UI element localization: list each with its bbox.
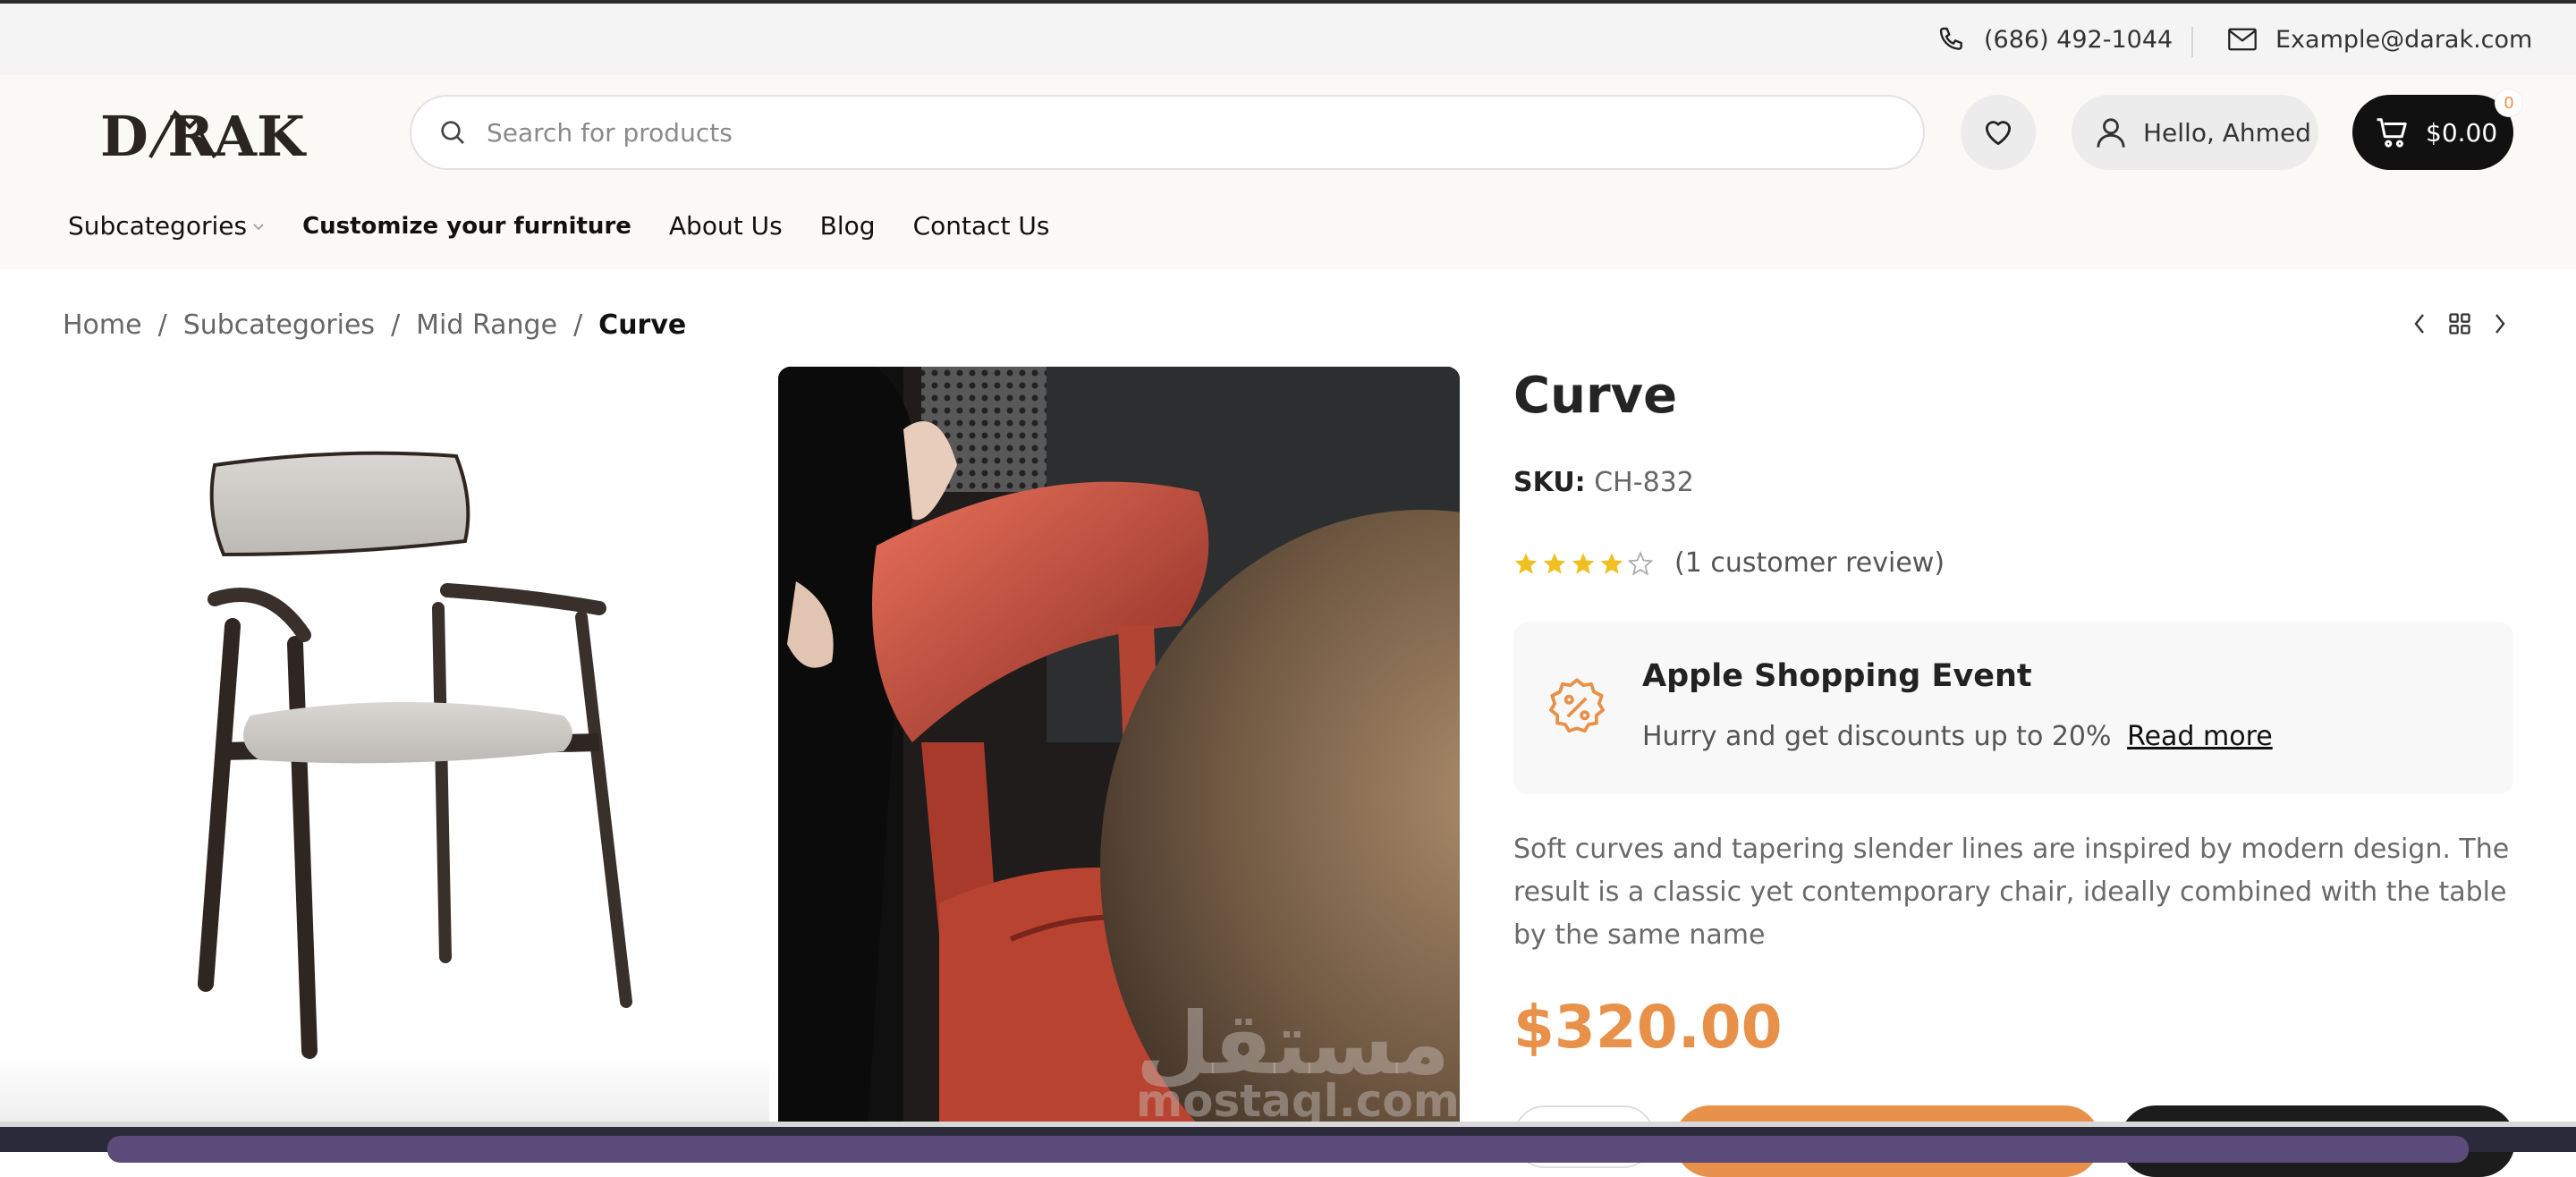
product-rating: (1 customer review) bbox=[1513, 547, 1945, 579]
watermark-latin: mostaql.com bbox=[1136, 1075, 1460, 1127]
chevron-right-icon[interactable] bbox=[2492, 311, 2508, 336]
cart-count-badge: 0 bbox=[2496, 89, 2522, 116]
grid-icon[interactable] bbox=[2447, 311, 2472, 336]
desktop-background bbox=[0, 1127, 2576, 1163]
nav-item-about[interactable]: About Us bbox=[669, 211, 783, 241]
account-greeting: Hello, Ahmed bbox=[2143, 117, 2311, 148]
phone-contact[interactable]: (686) 492-1044 bbox=[1937, 4, 2173, 75]
star-full-icon bbox=[1572, 552, 1595, 574]
promo-title: Apple Shopping Event bbox=[1642, 658, 2032, 694]
main-nav: Subcategories Customize your furniture A… bbox=[68, 211, 1050, 241]
product-main-image[interactable]: مستقل mostaql.com bbox=[778, 367, 1460, 1127]
review-count-link[interactable]: (1 customer review) bbox=[1674, 547, 1945, 579]
email-contact[interactable]: Example@darak.com bbox=[2227, 4, 2532, 75]
top-bar: (686) 492-1044 Example@darak.com bbox=[0, 4, 2576, 75]
nav-item-customize[interactable]: Customize your furniture bbox=[302, 213, 631, 240]
nav-item-subcategories[interactable]: Subcategories bbox=[68, 211, 265, 241]
phone-icon bbox=[1939, 27, 1962, 50]
phone-number: (686) 492-1044 bbox=[1984, 25, 2174, 54]
heart-icon bbox=[1985, 121, 2012, 146]
nav-item-label: Subcategories bbox=[68, 211, 248, 241]
nav-item-blog[interactable]: Blog bbox=[820, 211, 876, 241]
star-full-icon bbox=[1543, 552, 1566, 574]
product-thumbnail[interactable] bbox=[152, 420, 662, 1064]
star-full-icon bbox=[1514, 552, 1538, 574]
nav-item-contact[interactable]: Contact Us bbox=[913, 211, 1050, 241]
breadcrumb-mid-range[interactable]: Mid Range bbox=[416, 309, 557, 341]
breadcrumb-current: Curve bbox=[598, 309, 687, 341]
breadcrumb: Home / Subcategories / Mid Range / Curve bbox=[63, 309, 686, 341]
topbar-divider bbox=[2191, 27, 2193, 57]
dock-shadow bbox=[107, 1136, 2469, 1163]
breadcrumb-subcategories[interactable]: Subcategories bbox=[183, 309, 375, 341]
email-address: Example@darak.com bbox=[2275, 25, 2533, 54]
breadcrumb-home[interactable]: Home bbox=[63, 309, 142, 341]
breadcrumb-separator: / bbox=[573, 309, 583, 341]
product-sku: SKU: CH-832 bbox=[1513, 467, 1694, 498]
product-price: $320.00 bbox=[1513, 993, 1783, 1062]
envelope-icon bbox=[2228, 28, 2257, 51]
account-button[interactable]: Hello, Ahmed bbox=[2072, 95, 2318, 170]
search-icon bbox=[441, 121, 464, 144]
search-bar[interactable] bbox=[410, 95, 1925, 170]
search-input[interactable] bbox=[485, 116, 1923, 148]
cart-total: $0.00 bbox=[2426, 117, 2498, 148]
breadcrumb-separator: / bbox=[157, 309, 167, 341]
star-full-icon bbox=[1600, 552, 1623, 574]
chevron-left-icon[interactable] bbox=[2411, 311, 2428, 336]
breadcrumb-separator: / bbox=[391, 309, 401, 341]
darak-logo[interactable]: D RAK bbox=[100, 100, 354, 168]
promo-read-more-link[interactable]: Read more bbox=[2127, 721, 2273, 752]
cart-icon bbox=[2377, 118, 2407, 148]
cart-button[interactable]: $0.00 bbox=[2352, 95, 2513, 170]
star-empty-icon bbox=[1628, 550, 1653, 576]
product-navigation bbox=[2411, 311, 2508, 336]
discount-badge-icon bbox=[1548, 678, 1606, 733]
user-icon bbox=[2097, 118, 2125, 148]
sku-value: CH-832 bbox=[1594, 467, 1694, 498]
promo-banner: Apple Shopping Event Hurry and get disco… bbox=[1513, 622, 2513, 794]
promo-message: Hurry and get discounts up to 20% bbox=[1642, 721, 2112, 752]
product-title: Curve bbox=[1513, 367, 1678, 425]
sku-label: SKU: bbox=[1513, 467, 1586, 498]
chevron-down-icon bbox=[253, 223, 264, 230]
wishlist-button[interactable] bbox=[1961, 95, 2036, 170]
product-description: Soft curves and tapering slender lines a… bbox=[1513, 834, 2510, 951]
gallery-fade bbox=[0, 1055, 769, 1127]
promo-text: Hurry and get discounts up to 20% Read m… bbox=[1642, 721, 2273, 752]
